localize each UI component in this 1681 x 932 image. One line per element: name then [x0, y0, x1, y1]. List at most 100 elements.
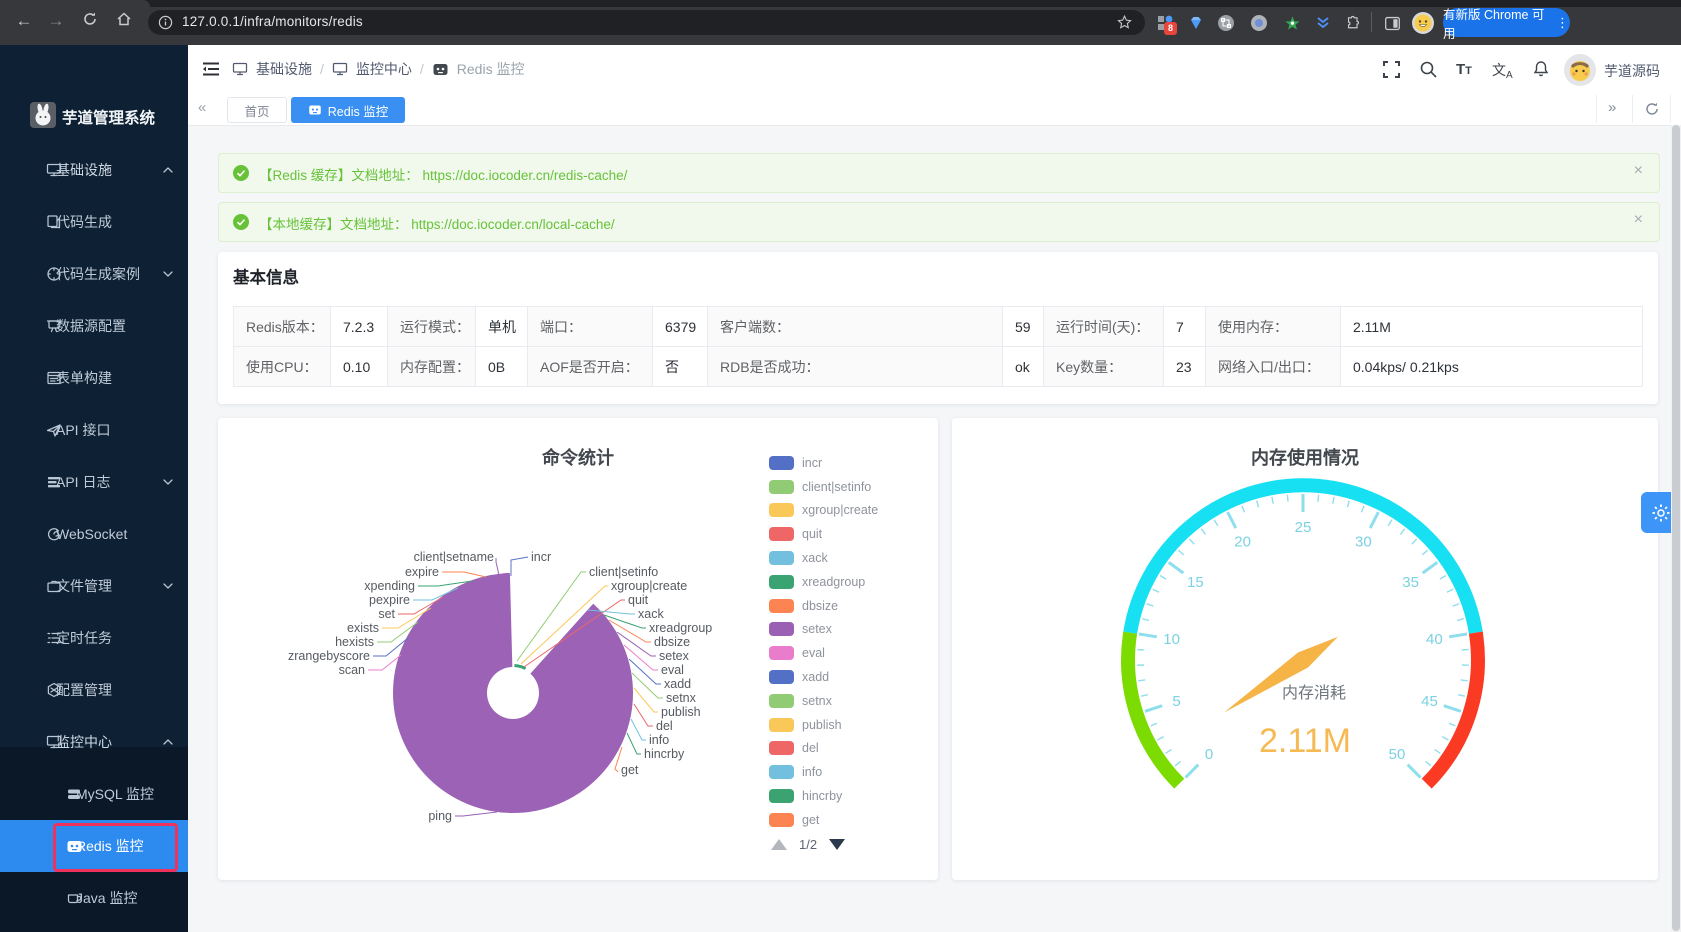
legend-item[interactable]: xreadgroup	[769, 570, 878, 594]
pie-slice-label: quit	[628, 593, 649, 607]
sidebar-item-codegen[interactable]: 代码生成	[0, 196, 188, 248]
site-info-icon[interactable]	[158, 15, 173, 30]
alert-local-cache: 【本地缓存】文档地址： https://doc.iocoder.cn/local…	[218, 202, 1660, 242]
bookmark-star-icon[interactable]	[1116, 14, 1133, 31]
sidebar-item-codegen-cases[interactable]: 代码生成案例	[0, 248, 188, 300]
legend-item[interactable]: xgroup|create	[769, 499, 878, 523]
gauge-tick	[1461, 680, 1468, 681]
pie-callout-line	[634, 688, 658, 712]
sidebar-item-file-manager[interactable]: 文件管理	[0, 560, 188, 612]
legend-item[interactable]: info	[769, 760, 878, 784]
gauge-tick	[1151, 723, 1157, 726]
collapse-menu-icon[interactable]	[202, 61, 220, 77]
sidebar-item-label: Redis 监控	[76, 836, 144, 856]
extension-icon-command[interactable]	[1213, 10, 1239, 36]
legend-item[interactable]: hincrby	[769, 784, 878, 808]
legend-item[interactable]: setnx	[769, 689, 878, 713]
pie-slice-label: exists	[347, 621, 379, 635]
sidebar-item-java-monitor[interactable]: Java 监控	[0, 872, 188, 924]
tabs-scroll-left-icon[interactable]: «	[198, 99, 206, 116]
gauge-tick	[1435, 749, 1441, 753]
legend-label: get	[802, 813, 819, 827]
legend-item[interactable]: setex	[769, 618, 878, 642]
sidebar-item-mysql-monitor[interactable]: MySQL 监控	[0, 768, 188, 820]
sidebar-item-api[interactable]: API 接口	[0, 404, 188, 456]
table-row: Redis版本： 7.2.3 运行模式： 单机 端口： 6379 客户端数： 5…	[234, 307, 1643, 347]
gauge-chart[interactable]: 05101520253035404550 内存消耗 2.11M	[952, 418, 1658, 880]
legend-item[interactable]: eval	[769, 641, 878, 665]
legend-swatch	[769, 694, 794, 708]
search-icon[interactable]	[1420, 61, 1437, 78]
forward-icon[interactable]: →	[44, 11, 68, 31]
refresh-icon[interactable]	[1644, 101, 1660, 117]
legend-page-up-icon[interactable]	[771, 839, 787, 850]
sidebar-item-tracing[interactable]: 链路追踪	[0, 924, 188, 932]
extension-icon-badged[interactable]: 8	[1152, 10, 1178, 36]
url-bar[interactable]: 127.0.0.1/infra/monitors/redis	[148, 10, 1145, 35]
kebab-menu-icon[interactable]: ⋮	[1556, 15, 1570, 31]
legend-item[interactable]: xadd	[769, 665, 878, 689]
sidebar-item-monitor-center[interactable]: 监控中心	[0, 716, 188, 768]
breadcrumb-item[interactable]: 基础设施	[256, 59, 312, 79]
legend-item[interactable]: publish	[769, 713, 878, 737]
back-icon[interactable]: ←	[12, 11, 36, 31]
alert-doc-link[interactable]: https://doc.iocoder.cn/redis-cache/	[423, 168, 628, 183]
chrome-update-button[interactable]: 有新版 Chrome 可用 ⋮	[1443, 8, 1570, 37]
pie-callout-line	[442, 572, 486, 577]
sidebar-item-datasource[interactable]: 数据源配置	[0, 300, 188, 352]
pie-callout-line	[627, 733, 641, 754]
tab-home[interactable]: 首页	[227, 97, 287, 123]
info-label: AOF是否开启：	[528, 347, 653, 387]
legend-page-down-icon[interactable]	[829, 839, 845, 850]
reload-icon[interactable]	[78, 11, 102, 32]
sidebar-item-websocket[interactable]: WebSocket	[0, 508, 188, 560]
info-label: Key数量：	[1044, 347, 1164, 387]
sidebar-item-redis-monitor[interactable]: Redis 监控	[0, 820, 188, 872]
tab-redis-monitor[interactable]: Redis 监控	[291, 97, 405, 123]
extension-icon-star[interactable]	[1279, 10, 1305, 36]
pie-callout-line	[455, 812, 497, 816]
legend-item[interactable]: xack	[769, 546, 878, 570]
extensions-puzzle-icon[interactable]	[1340, 10, 1366, 36]
translate-icon[interactable]: 文A	[1492, 60, 1513, 81]
legend-item[interactable]: client|setinfo	[769, 475, 878, 499]
extension-icon-dot[interactable]	[1246, 10, 1272, 36]
breadcrumb-item[interactable]: 监控中心	[356, 59, 412, 79]
legend-item[interactable]: dbsize	[769, 594, 878, 618]
legend-item[interactable]: quit	[769, 522, 878, 546]
profile-avatar[interactable]	[1410, 10, 1436, 36]
sidebar-item-api-log[interactable]: API 日志	[0, 456, 188, 508]
extension-icon-chevrons[interactable]	[1310, 10, 1336, 36]
alert-close-icon[interactable]: ×	[1634, 211, 1643, 229]
tabs-scroll-right-icon[interactable]: »	[1608, 99, 1616, 116]
alert-close-icon[interactable]: ×	[1634, 162, 1643, 180]
sidebar-item-config[interactable]: 配置管理	[0, 664, 188, 716]
split-screen-icon[interactable]	[1379, 10, 1405, 36]
sidebar-item-label: MySQL 监控	[76, 784, 154, 804]
url-text[interactable]: 127.0.0.1/infra/monitors/redis	[182, 14, 363, 29]
pie-slice-label: set	[378, 607, 395, 621]
sidebar-item-infrastructure[interactable]: 基础设施	[0, 144, 188, 196]
sidebar-item-scheduled-tasks[interactable]: 定时任务	[0, 612, 188, 664]
success-check-icon	[233, 214, 249, 230]
fullscreen-icon[interactable]	[1383, 61, 1400, 78]
scrollbar-thumb[interactable]	[1672, 125, 1680, 931]
breadcrumb-separator: /	[420, 61, 424, 77]
username[interactable]: 芋道源码	[1604, 61, 1660, 81]
bell-icon[interactable]	[1532, 60, 1550, 78]
home-icon[interactable]	[112, 11, 136, 32]
legend-item[interactable]: del	[769, 737, 878, 761]
gauge-tick	[1257, 501, 1259, 508]
scrollbar-track[interactable]	[1671, 125, 1681, 932]
font-size-icon[interactable]: TT	[1456, 61, 1472, 78]
extension-icon-gem[interactable]	[1183, 10, 1209, 36]
legend-item[interactable]: incr	[769, 451, 878, 475]
memory-usage-card: 内存使用情况 05101520253035404550 内存消耗 2.11M	[952, 418, 1658, 880]
legend-item[interactable]: get	[769, 808, 878, 832]
alert-doc-link[interactable]: https://doc.iocoder.cn/local-cache/	[411, 217, 614, 232]
sidebar-item-form-builder[interactable]: 表单构建	[0, 352, 188, 404]
pie-slice-label: eval	[661, 663, 684, 677]
gauge-tick	[1370, 512, 1378, 528]
user-avatar[interactable]	[1563, 53, 1597, 87]
monitor-icon	[46, 734, 62, 750]
